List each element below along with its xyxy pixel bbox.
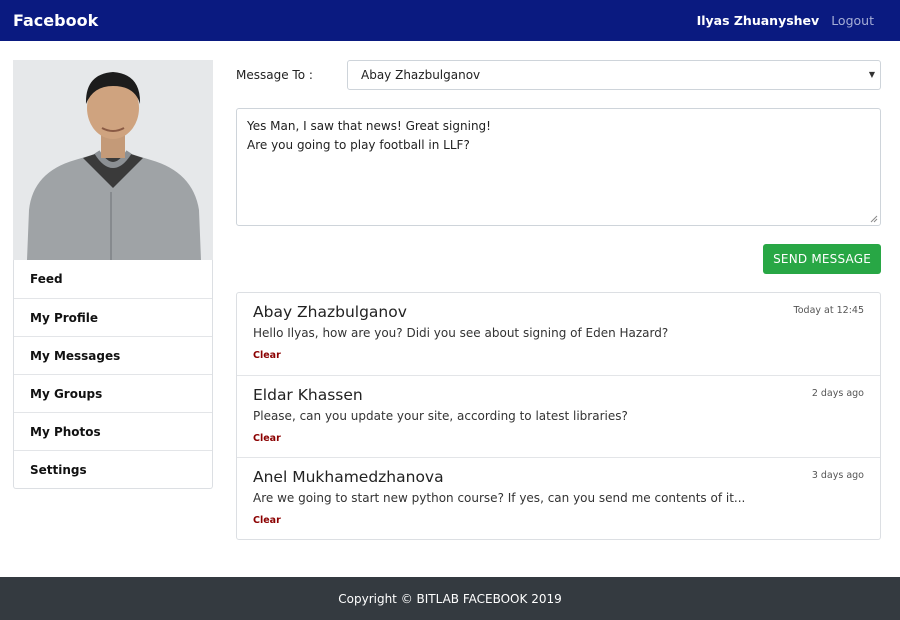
sidebar-item-feed[interactable]: Feed	[14, 260, 212, 298]
top-navbar: Facebook Ilyas Zhuanyshev Logout	[0, 0, 900, 41]
recipient-select[interactable]: Abay Zhazbulganov ▼	[347, 60, 881, 90]
brand-logo[interactable]: Facebook	[13, 11, 98, 30]
send-message-button[interactable]: SEND MESSAGE	[763, 244, 881, 274]
message-sender: Abay Zhazbulganov	[253, 303, 407, 321]
message-textarea[interactable]: Yes Man, I saw that news! Great signing!…	[236, 108, 881, 226]
sidebar-item-my-messages[interactable]: My Messages	[14, 336, 212, 374]
message-timestamp: 3 days ago	[811, 470, 864, 481]
message-text: Hello Ilyas, how are you? Didi you see a…	[253, 326, 669, 340]
send-row: SEND MESSAGE	[236, 244, 881, 274]
message-sender: Eldar Khassen	[253, 386, 363, 404]
logout-link[interactable]: Logout	[831, 13, 874, 28]
resize-grip-icon[interactable]	[870, 215, 878, 223]
clear-message-link[interactable]: Clear	[253, 350, 281, 361]
nav-user-area: Ilyas Zhuanyshev Logout	[697, 13, 874, 28]
dropdown-caret-icon: ▼	[868, 70, 875, 79]
message-text: Please, can you update your site, accord…	[253, 409, 628, 423]
clear-message-link[interactable]: Clear	[253, 433, 281, 444]
message-list: Abay Zhazbulganov Today at 12:45 Hello I…	[236, 292, 881, 540]
message-sender: Anel Mukhamedzhanova	[253, 468, 444, 486]
main-content: Message To : Abay Zhazbulganov ▼ Yes Man…	[236, 60, 881, 540]
user-name-link[interactable]: Ilyas Zhuanyshev	[697, 13, 820, 28]
sidebar: Feed My Profile My Messages My Groups My…	[13, 60, 213, 489]
message-item: Abay Zhazbulganov Today at 12:45 Hello I…	[237, 293, 880, 375]
sidebar-item-settings[interactable]: Settings	[14, 450, 212, 488]
page-footer: Copyright © BITLAB FACEBOOK 2019	[0, 577, 900, 620]
message-item: Eldar Khassen 2 days ago Please, can you…	[237, 375, 880, 457]
clear-message-link[interactable]: Clear	[253, 515, 281, 526]
recipient-row: Message To : Abay Zhazbulganov ▼	[236, 60, 881, 90]
message-text: Are we going to start new python course?…	[253, 491, 746, 505]
sidebar-menu: Feed My Profile My Messages My Groups My…	[13, 260, 213, 489]
recipient-selected-value: Abay Zhazbulganov	[361, 68, 481, 82]
message-timestamp: Today at 12:45	[793, 305, 864, 316]
message-body-line: Yes Man, I saw that news! Great signing!	[247, 119, 491, 133]
recipient-label: Message To :	[236, 68, 313, 82]
message-timestamp: 2 days ago	[811, 388, 864, 399]
profile-photo-illustration	[13, 60, 213, 260]
sidebar-item-my-profile[interactable]: My Profile	[14, 298, 212, 336]
sidebar-item-my-groups[interactable]: My Groups	[14, 374, 212, 412]
message-body-line: Are you going to play football in LLF?	[247, 138, 470, 152]
message-item: Anel Mukhamedzhanova 3 days ago Are we g…	[237, 457, 880, 539]
profile-photo	[13, 60, 213, 260]
sidebar-item-my-photos[interactable]: My Photos	[14, 412, 212, 450]
footer-copyright: Copyright © BITLAB FACEBOOK 2019	[338, 591, 562, 606]
